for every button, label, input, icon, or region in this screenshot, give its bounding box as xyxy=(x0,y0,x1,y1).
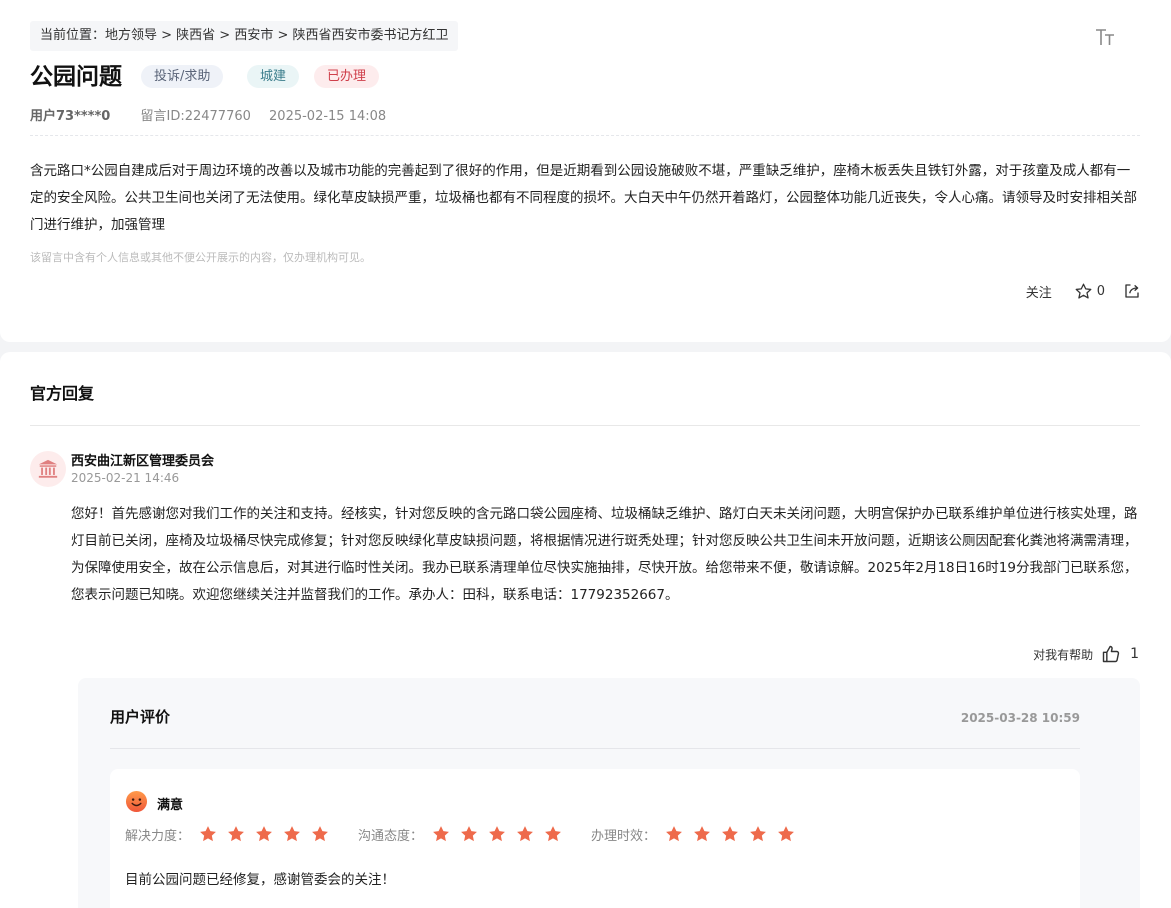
privacy-note: 该留言中含有个人信息或其他不便公开展示的内容，仅办理机构可见。 xyxy=(30,251,371,264)
follow-button[interactable]: 关注 xyxy=(1026,282,1052,301)
section-divider xyxy=(30,425,1140,426)
user-evaluation: 用户评价 2025-03-28 10:59 满意 解决力度： 沟通态度： 办理时效：… xyxy=(78,678,1140,908)
evaluation-divider xyxy=(110,748,1080,749)
star-outline-icon xyxy=(1075,283,1092,299)
satisfaction-level: 满意 xyxy=(157,798,184,813)
page-title: 公园问题 xyxy=(30,64,122,90)
rating-group: 办理时效： xyxy=(591,824,796,844)
follow-label: 关注 xyxy=(1025,285,1052,301)
star-button[interactable]: 0 xyxy=(1074,282,1105,301)
message-user: 用户73****0 xyxy=(30,109,111,124)
rating-group: 解决力度： xyxy=(125,824,330,844)
rating-stars xyxy=(664,824,796,844)
official-reply-card: 官方回复 西安曲江新区管理委员会 2025-02-21 14:46 您好！首先感… xyxy=(0,352,1171,908)
message-card: 当前位置：地方领导 > 陕西省 > 西安市 > 陕西省西安市委书记方红卫 公园问… xyxy=(0,0,1171,342)
star-filled-icon xyxy=(666,826,682,842)
reply-section-title: 官方回复 xyxy=(30,384,95,403)
rating-group: 沟通态度： xyxy=(358,824,563,844)
rating-label: 沟通态度： xyxy=(358,828,424,844)
message-actions: 关注 0 xyxy=(1026,280,1141,302)
reply-time: 2025-02-21 14:46 xyxy=(71,471,180,485)
star-count: 0 xyxy=(1096,283,1105,299)
category-tag: 城建 xyxy=(247,65,300,88)
org-name: 西安曲江新区管理委员会 xyxy=(71,454,215,469)
star-filled-icon xyxy=(778,826,794,842)
star-filled-icon xyxy=(461,826,477,842)
star-filled-icon xyxy=(200,826,216,842)
star-filled-icon xyxy=(312,826,328,842)
reply-content: 您好！首先感谢您对我们工作的关注和支持。经核实，针对您反映的含元路口袋公园座椅、… xyxy=(71,506,1138,603)
star-filled-icon xyxy=(489,826,505,842)
message-meta: 用户73****0 留言ID:22477760 2025-02-15 14:08 xyxy=(30,108,386,126)
share-icon xyxy=(1125,284,1139,298)
rating-label: 解决力度： xyxy=(125,828,191,844)
breadcrumb[interactable]: 当前位置：地方领导 > 陕西省 > 西安市 > 陕西省西安市委书记方红卫 xyxy=(30,21,459,51)
star-filled-icon xyxy=(545,826,561,842)
star-filled-icon xyxy=(694,826,710,842)
rating-stars xyxy=(198,824,330,844)
type-tag: 投诉/求助 xyxy=(141,65,224,88)
evaluation-detail: 满意 解决力度： 沟通态度： 办理时效： 目前公园问题已经修复，感谢管委会的关注！ xyxy=(110,769,1080,908)
share-button[interactable] xyxy=(1123,282,1141,300)
thumbs-up-icon xyxy=(1102,645,1120,663)
star-filled-icon xyxy=(228,826,244,842)
smiley-face-icon xyxy=(125,790,148,813)
evaluation-time: 2025-03-28 10:59 xyxy=(960,711,1080,725)
helpful-button[interactable]: 对我有帮助 1 xyxy=(1033,644,1139,664)
star-filled-icon xyxy=(517,826,533,842)
status-badge: 已办理 xyxy=(314,65,380,88)
star-filled-icon xyxy=(284,826,300,842)
dashed-divider xyxy=(30,135,1140,136)
rating-label: 办理时效： xyxy=(591,828,657,844)
rating-stars xyxy=(431,824,563,844)
evaluation-comment: 目前公园问题已经修复，感谢管委会的关注！ xyxy=(125,872,395,888)
message-time: 2025-02-15 14:08 xyxy=(269,109,387,124)
star-filled-icon xyxy=(433,826,449,842)
avatar xyxy=(30,451,66,487)
star-filled-icon xyxy=(750,826,766,842)
star-filled-icon xyxy=(256,826,272,842)
helpful-count: 1 xyxy=(1130,646,1139,662)
helpful-label: 对我有帮助 xyxy=(1033,647,1094,662)
font-size-icon[interactable] xyxy=(1094,26,1116,48)
star-filled-icon xyxy=(722,826,738,842)
evaluation-title: 用户评价 xyxy=(110,708,171,726)
message-content: 含元路口*公园自建成后对于周边环境的改善以及城市功能的完善起到了很好的作用，但是… xyxy=(30,163,1137,233)
government-building-icon xyxy=(38,459,58,478)
ratings-row: 解决力度： 沟通态度： 办理时效： xyxy=(125,823,824,845)
message-id: 留言ID:22477760 xyxy=(140,109,251,124)
